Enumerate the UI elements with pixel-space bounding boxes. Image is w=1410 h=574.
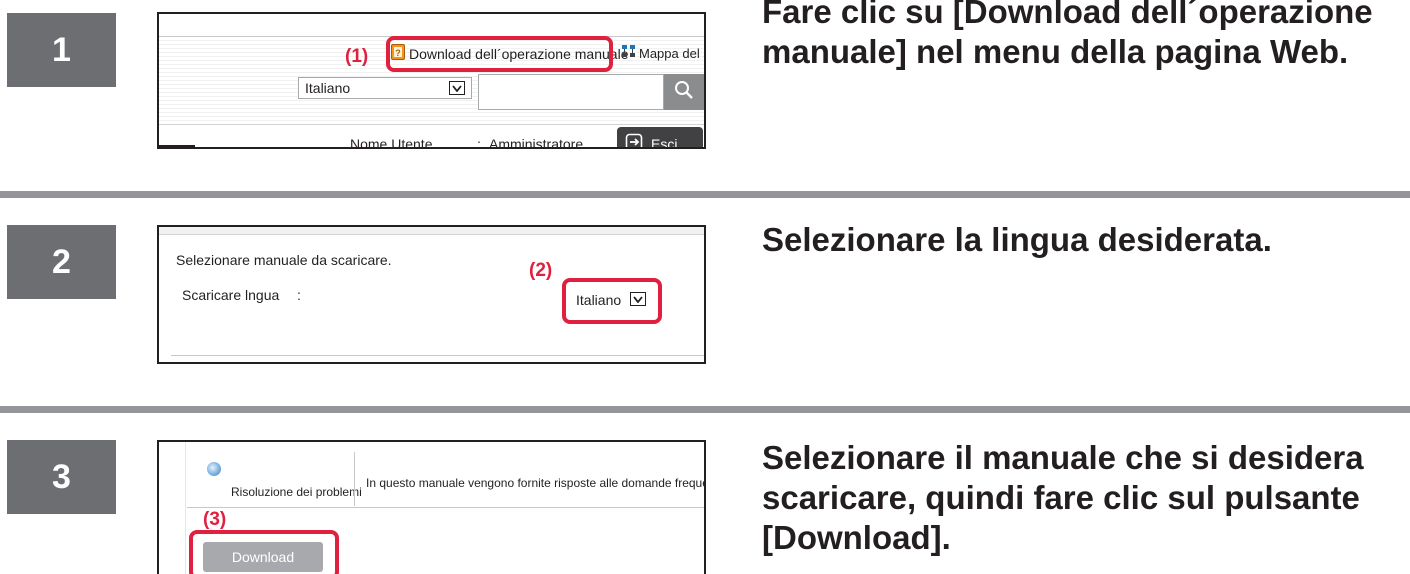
header-top-rule bbox=[159, 36, 704, 37]
step-3-screenshot: Risoluzione dei problemi In questo manua… bbox=[157, 440, 706, 574]
manual-description: In questo manuale vengono fornite rispos… bbox=[366, 476, 704, 490]
step-divider-1 bbox=[0, 191, 1410, 198]
search-icon bbox=[674, 80, 694, 105]
sitemap-link[interactable]: Mappa del sito bbox=[621, 44, 704, 62]
step-3-instruction: Selezionare il manuale che si desidera s… bbox=[762, 439, 1364, 556]
select-arrow-icon bbox=[630, 292, 646, 306]
table-left-rule bbox=[185, 442, 186, 574]
panel-top-rule bbox=[159, 227, 704, 235]
header-mid-rule bbox=[159, 124, 704, 125]
table-row-separator bbox=[187, 507, 704, 508]
step-2-badge: 2 bbox=[7, 225, 116, 299]
table-column-separator bbox=[354, 452, 355, 506]
download-language-colon: : bbox=[297, 287, 301, 303]
step-3-badge: 3 bbox=[7, 440, 116, 514]
download-language-label: Scaricare lngua bbox=[182, 287, 280, 303]
manual-book-icon: ? bbox=[391, 44, 405, 63]
search-button[interactable] bbox=[664, 74, 704, 110]
language-select-value: Italiano bbox=[305, 80, 351, 96]
logout-label: Esci bbox=[651, 135, 678, 149]
download-button[interactable]: Download bbox=[203, 542, 323, 572]
step-2-screenshot: Selezionare manuale da scaricare. Scaric… bbox=[157, 225, 706, 364]
callout-1-label: (1) bbox=[345, 46, 369, 67]
panel-bottom-rule bbox=[171, 355, 704, 356]
manual-title: Risoluzione dei problemi bbox=[231, 485, 362, 499]
step-1-screenshot: ? Download dell´operazione manuale Mappa… bbox=[157, 12, 706, 149]
user-name-colon: : bbox=[477, 136, 481, 149]
search-input[interactable] bbox=[478, 74, 664, 110]
manual-bullet-icon bbox=[207, 462, 221, 476]
logout-icon bbox=[625, 133, 643, 147]
sitemap-label: Mappa del sito bbox=[639, 45, 704, 61]
select-arrow-icon bbox=[449, 81, 465, 95]
manual-download-label: Download dell´operazione manuale bbox=[409, 45, 629, 62]
callout-3-label: (3) bbox=[203, 509, 227, 530]
footer-rule bbox=[159, 145, 195, 147]
logout-button[interactable]: Esci bbox=[617, 127, 703, 149]
callout-2-label: (2) bbox=[529, 260, 553, 281]
user-name-label: Nome Utente bbox=[350, 136, 433, 149]
download-language-value: Italiano bbox=[576, 292, 622, 308]
download-heading: Selezionare manuale da scaricare. bbox=[176, 252, 392, 268]
step-1-instruction: Fare clic su [Download dell´operazione m… bbox=[762, 0, 1373, 70]
step-1-badge: 1 bbox=[7, 13, 116, 87]
download-language-select[interactable]: Italiano bbox=[570, 289, 650, 311]
sitemap-icon bbox=[621, 44, 636, 62]
step-divider-2 bbox=[0, 406, 1410, 413]
svg-text:?: ? bbox=[395, 48, 401, 58]
user-name-value: Amministratore bbox=[489, 136, 584, 149]
language-select[interactable]: Italiano bbox=[298, 77, 472, 99]
manual-download-link[interactable]: ? Download dell´operazione manuale bbox=[391, 44, 628, 63]
step-2-instruction: Selezionare la lingua desiderata. bbox=[762, 221, 1272, 258]
